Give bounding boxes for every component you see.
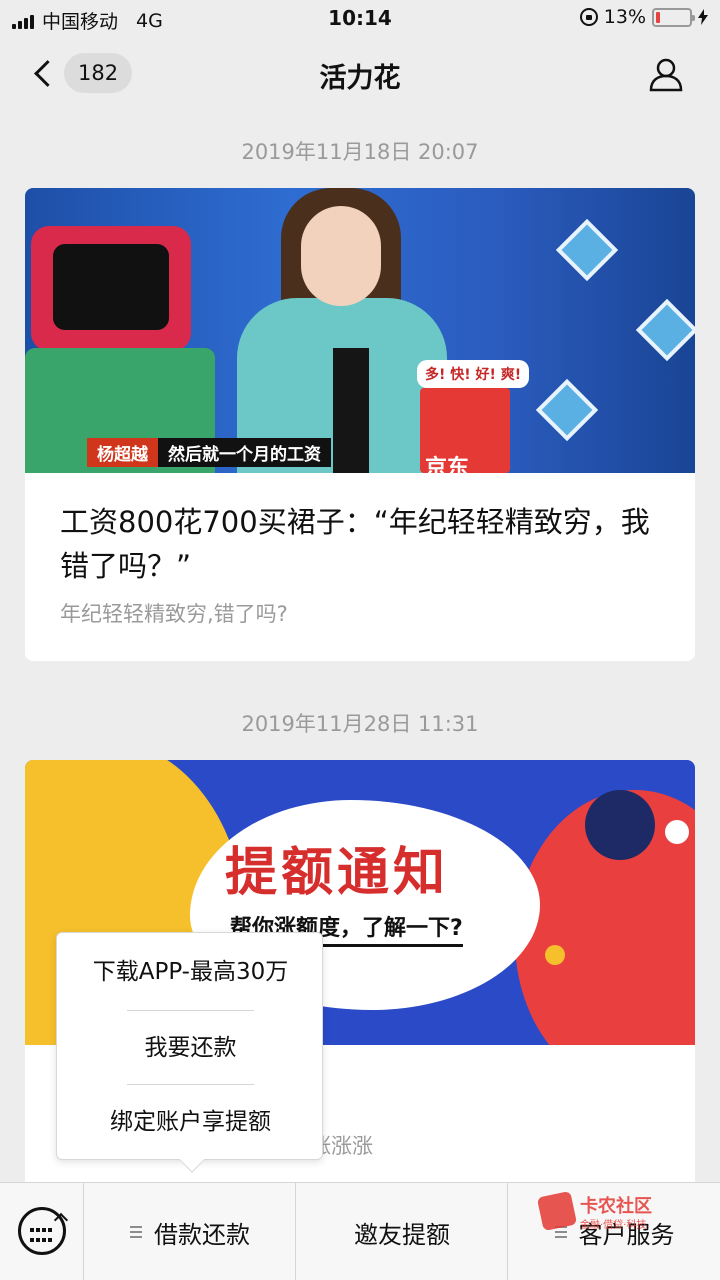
- message-timestamp: 2019年11月28日 11:31: [241, 712, 479, 736]
- slogan-bubble: 多! 快! 好! 爽!: [417, 360, 530, 388]
- battery-icon: [652, 7, 695, 27]
- article-description: 年纪轻轻精致穷,错了吗?: [60, 602, 288, 626]
- decor-dot: [585, 790, 655, 860]
- decor-dot: [545, 945, 565, 965]
- watermark-subtext: 金融·借贷·科技: [580, 1220, 647, 1231]
- watermark-logo-icon: [536, 1190, 578, 1232]
- menu-label: 借款还款: [154, 1220, 250, 1249]
- battery-fill: [656, 11, 660, 23]
- menu-loan-repay[interactable]: 借款还款: [85, 1183, 296, 1280]
- watermark: 卡农社区 金融·借贷·科技: [536, 1188, 690, 1248]
- decor-dot: [665, 820, 689, 844]
- status-right: 13%: [579, 6, 708, 28]
- video-caption: 杨超越 然后就一个月的工资: [87, 437, 331, 467]
- caption-text: 然后就一个月的工资: [158, 437, 331, 467]
- sad-face-sign: [31, 226, 191, 351]
- article-title: 工资800花700买裙子：“年纪轻轻精致穷，我错了吗？”: [60, 505, 650, 583]
- decor-diamond: [535, 378, 599, 442]
- page-title: 活力花: [319, 63, 401, 94]
- charging-bolt-icon: [698, 9, 708, 25]
- nav-bar: 182 活力花: [0, 40, 720, 110]
- article-card[interactable]: 京东 多! 快! 好! 爽! 杨超越 然后就一个月的工资 工资800花700买裙…: [25, 188, 695, 661]
- jd-logo-text: 京东: [425, 456, 470, 473]
- caption-name: 杨超越: [87, 437, 158, 467]
- submenu-lines-icon: [130, 1226, 142, 1238]
- article-thumbnail: 京东 多! 快! 好! 爽! 杨超越 然后就一个月的工资: [25, 188, 695, 473]
- banner-headline: 提额通知: [225, 843, 450, 903]
- submenu-item-repay[interactable]: 我要还款: [57, 1011, 324, 1085]
- submenu-popup: 下载APP-最高30万 我要还款 绑定账户享提额: [56, 932, 324, 1173]
- watermark-text: 卡农社区: [580, 1196, 652, 1217]
- battery-percent: 13%: [603, 6, 646, 28]
- keyboard-toggle-button[interactable]: [0, 1183, 84, 1280]
- keyboard-icon: [18, 1207, 69, 1255]
- submenu-item-download-app[interactable]: 下载APP-最高30万: [57, 935, 324, 1009]
- status-bar: 中国移动 4G 10:14 13%: [0, 0, 720, 40]
- decor-diamond: [635, 298, 695, 362]
- decor-diamond: [555, 218, 619, 282]
- menu-invite-friends[interactable]: 邀友提额: [297, 1183, 508, 1280]
- rotation-lock-icon: [579, 8, 598, 26]
- menu-label: 邀友提额: [354, 1220, 450, 1249]
- person-icon[interactable]: [648, 56, 684, 92]
- message-timestamp: 2019年11月18日 20:07: [241, 140, 479, 164]
